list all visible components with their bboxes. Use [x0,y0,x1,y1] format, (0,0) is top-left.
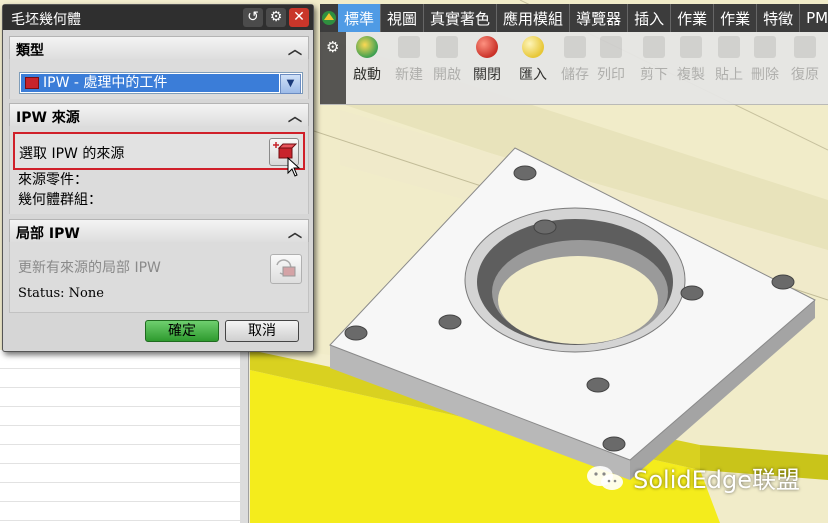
collapse-up-icon[interactable]: ︿ [288,106,302,126]
source-part-label: 來源零件： [18,172,88,188]
tool-open[interactable]: 開啟 [430,36,464,84]
standard-toolbar: ⚙ 啟動 新建 開啟 關閉 匯入 儲存 列印 剪下 複製 貼上 刪除 復原 [320,32,828,105]
section-local-header[interactable]: 局部 IPW ︿ [9,219,309,243]
list-item[interactable] [0,464,240,483]
list-item[interactable] [0,426,240,445]
watermark: SolidEdge联盟 [585,460,800,495]
section-source-label: IPW 來源 [16,110,80,126]
panel-splitter[interactable] [240,350,249,523]
menu-navigator[interactable]: 導覽器 [570,4,629,32]
gear-icon[interactable]: ⚙ [326,38,339,56]
close-icon[interactable]: ✕ [289,8,309,27]
toolbar-grip[interactable]: ⚙ [320,32,346,104]
copy-icon [680,36,702,58]
update-local-ipw-button[interactable] [270,254,302,284]
wechat-logo-icon [585,463,625,493]
cut-icon [643,36,665,58]
list-item[interactable] [0,369,240,388]
app-logo-icon[interactable] [320,4,338,32]
menu-standard[interactable]: 標準 [338,4,382,32]
list-item[interactable] [0,483,240,502]
navigator-list[interactable] [0,350,241,523]
list-item[interactable] [0,388,240,407]
tool-cut[interactable]: 剪下 [637,36,671,84]
paste-icon [718,36,740,58]
save-icon [564,36,586,58]
status-text: Status: None [18,286,104,301]
ipw-cube-icon [25,77,39,89]
menu-view[interactable]: 視圖 [381,4,425,32]
delete-icon [754,36,776,58]
dialog-title: 毛坯幾何體 [11,12,81,28]
dialog-titlebar[interactable]: 毛坯幾何體 ↺ ⚙ ✕ [3,5,313,30]
start-icon [356,36,378,58]
ok-button[interactable]: 確定 [145,320,219,342]
tool-paste[interactable]: 貼上 [712,36,746,84]
section-local-body [9,242,309,313]
menu-pm[interactable]: PM [800,4,828,32]
select-source-label: 選取 IPW 的來源 [19,146,125,162]
menu-bar: 標準 視圖 真實著色 應用模組 導覽器 插入 作業 作業 特徵 PM [320,4,828,32]
undo-icon [794,36,816,58]
geometry-group-label: 幾何體群組： [18,192,102,208]
print-icon [600,36,622,58]
menu-true-shading[interactable]: 真實著色 [424,4,498,32]
menu-feature[interactable]: 特徵 [757,4,801,32]
menu-insert[interactable]: 插入 [628,4,672,32]
watermark-text: SolidEdge联盟 [633,466,800,494]
menu-operation[interactable]: 作業 [671,4,715,32]
update-local-ipw-label: 更新有來源的局部 IPW [18,260,161,276]
type-select-value: IPW - 處理中的工件 [21,74,279,92]
tool-import[interactable]: 匯入 [516,36,550,84]
menu-application[interactable]: 應用模組 [497,4,571,32]
type-select[interactable]: IPW - 處理中的工件 ▼ [19,72,303,94]
cancel-button[interactable]: 取消 [225,320,299,342]
settings-gear-icon[interactable]: ⚙ [266,8,286,27]
open-icon [436,36,458,58]
section-source-header[interactable]: IPW 來源 ︿ [9,103,309,127]
list-item[interactable] [0,350,240,369]
chevron-down-icon[interactable]: ▼ [280,74,301,94]
section-type-header[interactable]: 類型 ︿ [9,36,309,60]
section-local-label: 局部 IPW [16,226,80,242]
tool-print[interactable]: 列印 [594,36,628,84]
blank-geometry-dialog: 毛坯幾何體 ↺ ⚙ ✕ 類型 ︿ IPW - 處理中的工件 ▼ IPW 來源 ︿… [2,4,314,352]
section-type-label: 類型 [16,43,44,59]
reset-icon[interactable]: ↺ [243,8,263,27]
close-doc-icon [476,36,498,58]
tool-copy[interactable]: 複製 [674,36,708,84]
collapse-up-icon[interactable]: ︿ [288,39,302,59]
list-item[interactable] [0,407,240,426]
tool-new[interactable]: 新建 [392,36,426,84]
select-source-row[interactable]: 選取 IPW 的來源 [13,132,305,170]
tool-save[interactable]: 儲存 [558,36,592,84]
tool-delete[interactable]: 刪除 [748,36,782,84]
list-item[interactable] [0,502,240,521]
tool-start[interactable]: 啟動 [350,36,384,84]
list-item[interactable] [0,445,240,464]
menu-operation-2[interactable]: 作業 [714,4,758,32]
tool-close[interactable]: 關閉 [470,36,504,84]
new-icon [398,36,420,58]
import-icon [522,36,544,58]
collapse-up-icon[interactable]: ︿ [288,222,302,242]
tool-undo[interactable]: 復原 [788,36,822,84]
